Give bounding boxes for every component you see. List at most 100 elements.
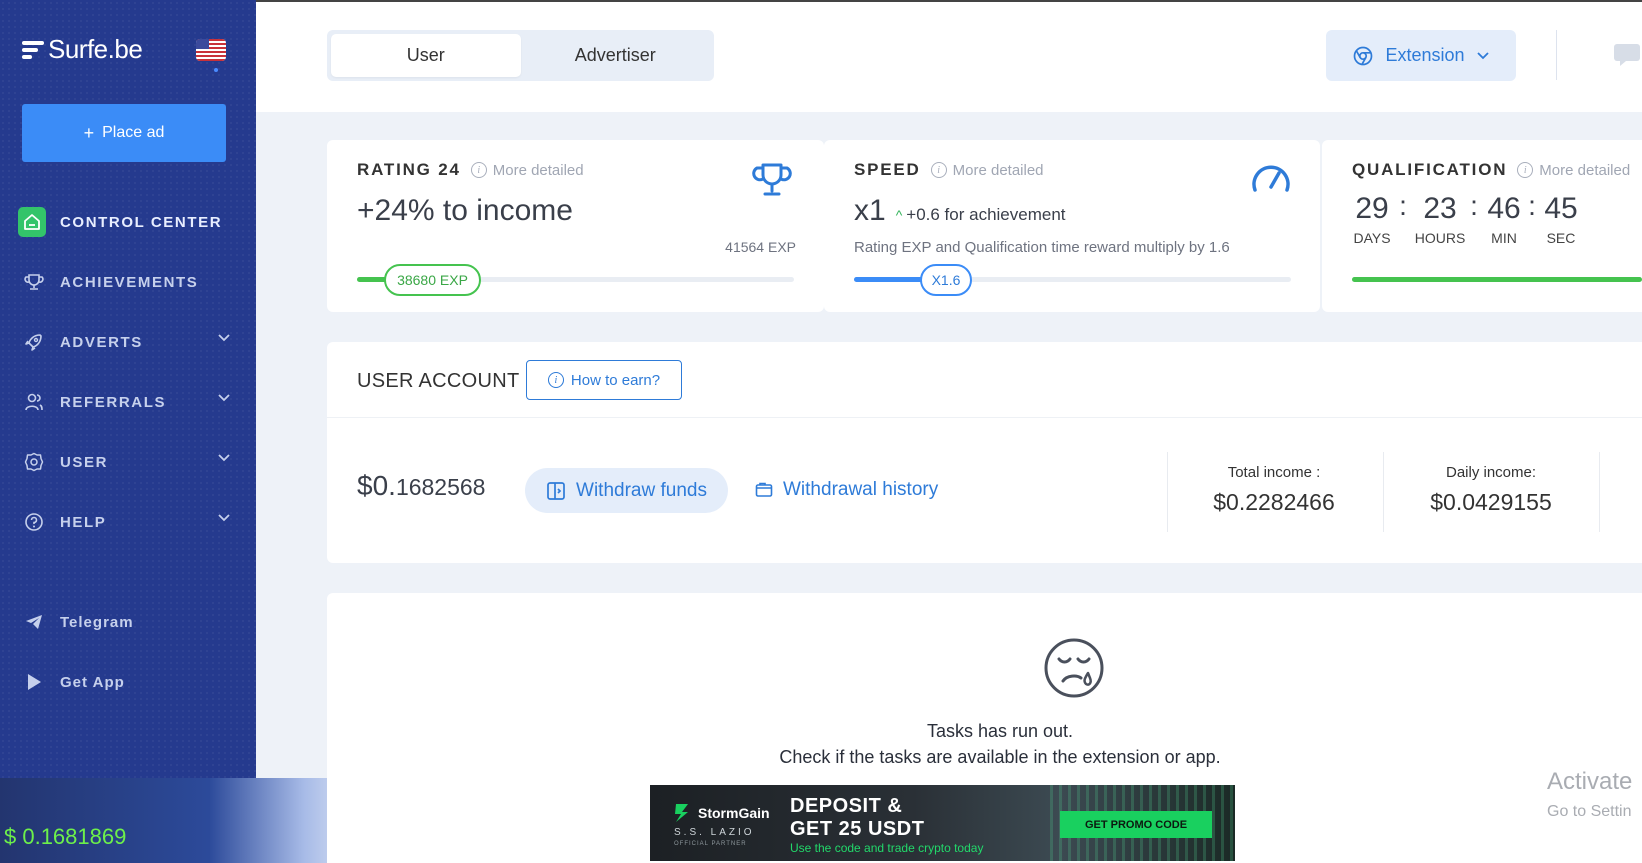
- withdrawal-history-link[interactable]: Withdrawal history: [755, 479, 938, 501]
- speed-achievement-text: +0.6 for achievement: [906, 205, 1066, 224]
- rating-more-link[interactable]: i More detailed: [470, 161, 584, 179]
- withdraw-label: Withdraw funds: [576, 479, 707, 501]
- daily-income-value: $0.0429155: [1430, 489, 1552, 515]
- speed-progress-fill: [854, 277, 924, 282]
- sidebar-item-telegram[interactable]: Telegram: [0, 592, 256, 652]
- account-balance: $0.1682568: [357, 470, 485, 502]
- speedometer-icon: [1252, 165, 1290, 192]
- rating-title-text: RATING 24: [357, 160, 461, 179]
- withdraw-funds-button[interactable]: Withdraw funds: [525, 468, 728, 513]
- trophy-icon: [24, 272, 44, 292]
- income-divider: [1383, 452, 1384, 532]
- withdraw-icon: [547, 481, 565, 500]
- timer-days-label: DAYS: [1353, 230, 1391, 246]
- income-divider: [1599, 452, 1600, 532]
- activate-windows-subtitle: Go to Settin: [1547, 803, 1632, 820]
- account-divider: [327, 417, 1642, 418]
- qualification-title-text: QUALIFICATION: [1352, 160, 1508, 179]
- rating-title: RATING 24 i More detailed: [357, 160, 584, 180]
- chat-icon[interactable]: [1612, 42, 1642, 68]
- sidebar-item-get-app[interactable]: Get App: [0, 652, 256, 712]
- total-income: Total income : $0.2282466: [1174, 464, 1374, 516]
- banner-subtext: Use the code and trade crypto today: [790, 841, 984, 855]
- info-icon: i: [930, 162, 947, 178]
- place-ad-button[interactable]: + Place ad: [22, 104, 226, 162]
- gear-icon: [24, 452, 44, 472]
- sidebar-item-label: CONTROL CENTER: [60, 213, 223, 231]
- sidebar-item-adverts[interactable]: ADVERTS: [0, 312, 256, 372]
- qualification-card: QUALIFICATION i More detailed 29 DAYS : 2…: [1322, 140, 1642, 312]
- how-to-earn-label: How to earn?: [570, 371, 661, 389]
- sidebar-item-achievements[interactable]: ACHIEVEMENTS: [0, 252, 256, 312]
- trophy-icon: [752, 163, 792, 196]
- stormgain-banner-ad[interactable]: StormGain S.S. LAZIO OFFICIAL PARTNER DE…: [650, 785, 1235, 861]
- speed-line: x1 ^ +0.6 for achievement: [854, 194, 1066, 228]
- speed-achievement: ^ +0.6 for achievement: [896, 205, 1066, 225]
- balance-main: $0.: [357, 470, 396, 501]
- account-type-switch: User Advertiser: [327, 30, 714, 81]
- total-income-label: Total income :: [1227, 464, 1321, 481]
- logo-text: Surfe.be: [48, 34, 143, 64]
- stormgain-brand: StormGain: [698, 805, 770, 821]
- extension-button[interactable]: Extension: [1326, 30, 1516, 81]
- tasks-empty-message: Check if the tasks are available in the …: [779, 747, 1221, 767]
- more-detailed-label: More detailed: [492, 161, 584, 179]
- speed-multiplier: x1: [854, 194, 886, 227]
- get-promo-code-button[interactable]: GET PROMO CODE: [1060, 811, 1212, 838]
- rating-card: RATING 24 i More detailed +24% to income…: [327, 140, 824, 312]
- speed-description: Rating EXP and Qualification time reward…: [854, 239, 1230, 256]
- sad-face-icon: [1044, 638, 1104, 698]
- rocket-icon: [24, 332, 44, 352]
- speed-title-text: SPEED: [854, 160, 921, 179]
- more-detailed-label: More detailed: [1539, 161, 1631, 179]
- sidebar-item-help[interactable]: HELP: [0, 492, 256, 552]
- speed-more-link[interactable]: i More detailed: [930, 162, 1044, 179]
- chevron-down-icon: [218, 334, 230, 342]
- lazio-sublabel: OFFICIAL PARTNER: [674, 841, 747, 847]
- telegram-icon: [24, 612, 44, 632]
- timer-min-label: MIN: [1491, 230, 1517, 246]
- total-income-value: $0.2282466: [1213, 489, 1335, 515]
- tab-advertiser[interactable]: Advertiser: [521, 34, 711, 77]
- timer-separator: :: [1470, 190, 1478, 221]
- chevron-down-icon: [1476, 51, 1489, 59]
- sidebar-item-label: Telegram: [60, 613, 134, 631]
- qualification-progress-track: [1352, 277, 1642, 282]
- header: User Advertiser Extension: [256, 2, 1642, 112]
- lazio-label: S.S. LAZIO: [674, 827, 755, 838]
- sidebar-item-user[interactable]: USER: [0, 432, 256, 492]
- sidebar-item-control-center[interactable]: CONTROL CENTER: [0, 192, 256, 252]
- sidebar-item-referrals[interactable]: REFERRALS: [0, 372, 256, 432]
- how-to-earn-button[interactable]: i How to earn?: [526, 360, 682, 400]
- stormgain-logo: StormGain: [672, 802, 770, 824]
- daily-income: Daily income: $0.0429155: [1391, 464, 1591, 516]
- chevron-down-icon: [218, 394, 230, 402]
- timer-hours-label: HOURS: [1414, 230, 1466, 246]
- sidebar-item-label: ACHIEVEMENTS: [60, 273, 199, 291]
- sidebar-item-label: HELP: [60, 513, 107, 531]
- folder-icon: [755, 482, 773, 497]
- chrome-icon: [1354, 46, 1373, 65]
- qualification-title: QUALIFICATION i More detailed: [1352, 160, 1630, 180]
- tab-user[interactable]: User: [331, 34, 521, 77]
- place-ad-label: Place ad: [102, 124, 165, 141]
- daily-income-label: Daily income:: [1445, 464, 1537, 481]
- balance-decimals: 1682568: [395, 474, 486, 500]
- timer-sec-label: SEC: [1546, 230, 1576, 246]
- qualification-progress-fill: [1352, 277, 1642, 282]
- sidebar-item-label: ADVERTS: [60, 333, 143, 351]
- timer-min-value: 46: [1487, 192, 1521, 225]
- banner-headline-1: DEPOSIT &: [790, 795, 903, 817]
- speed-pill: X1.6: [920, 264, 972, 296]
- sidebar-item-label: REFERRALS: [60, 393, 167, 411]
- qualification-more-link[interactable]: i More detailed: [1517, 162, 1630, 179]
- timer-hours-value: 23: [1423, 192, 1457, 225]
- users-icon: [24, 392, 44, 412]
- us-flag-icon[interactable]: [196, 39, 226, 61]
- income-divider: [1167, 452, 1168, 532]
- timer-sec: 45 SEC: [1538, 192, 1584, 246]
- logo[interactable]: Surfe.be: [22, 34, 143, 65]
- sidebar-item-label: USER: [60, 453, 109, 471]
- timer-min: 46 MIN: [1482, 192, 1526, 246]
- header-divider: [1556, 30, 1557, 80]
